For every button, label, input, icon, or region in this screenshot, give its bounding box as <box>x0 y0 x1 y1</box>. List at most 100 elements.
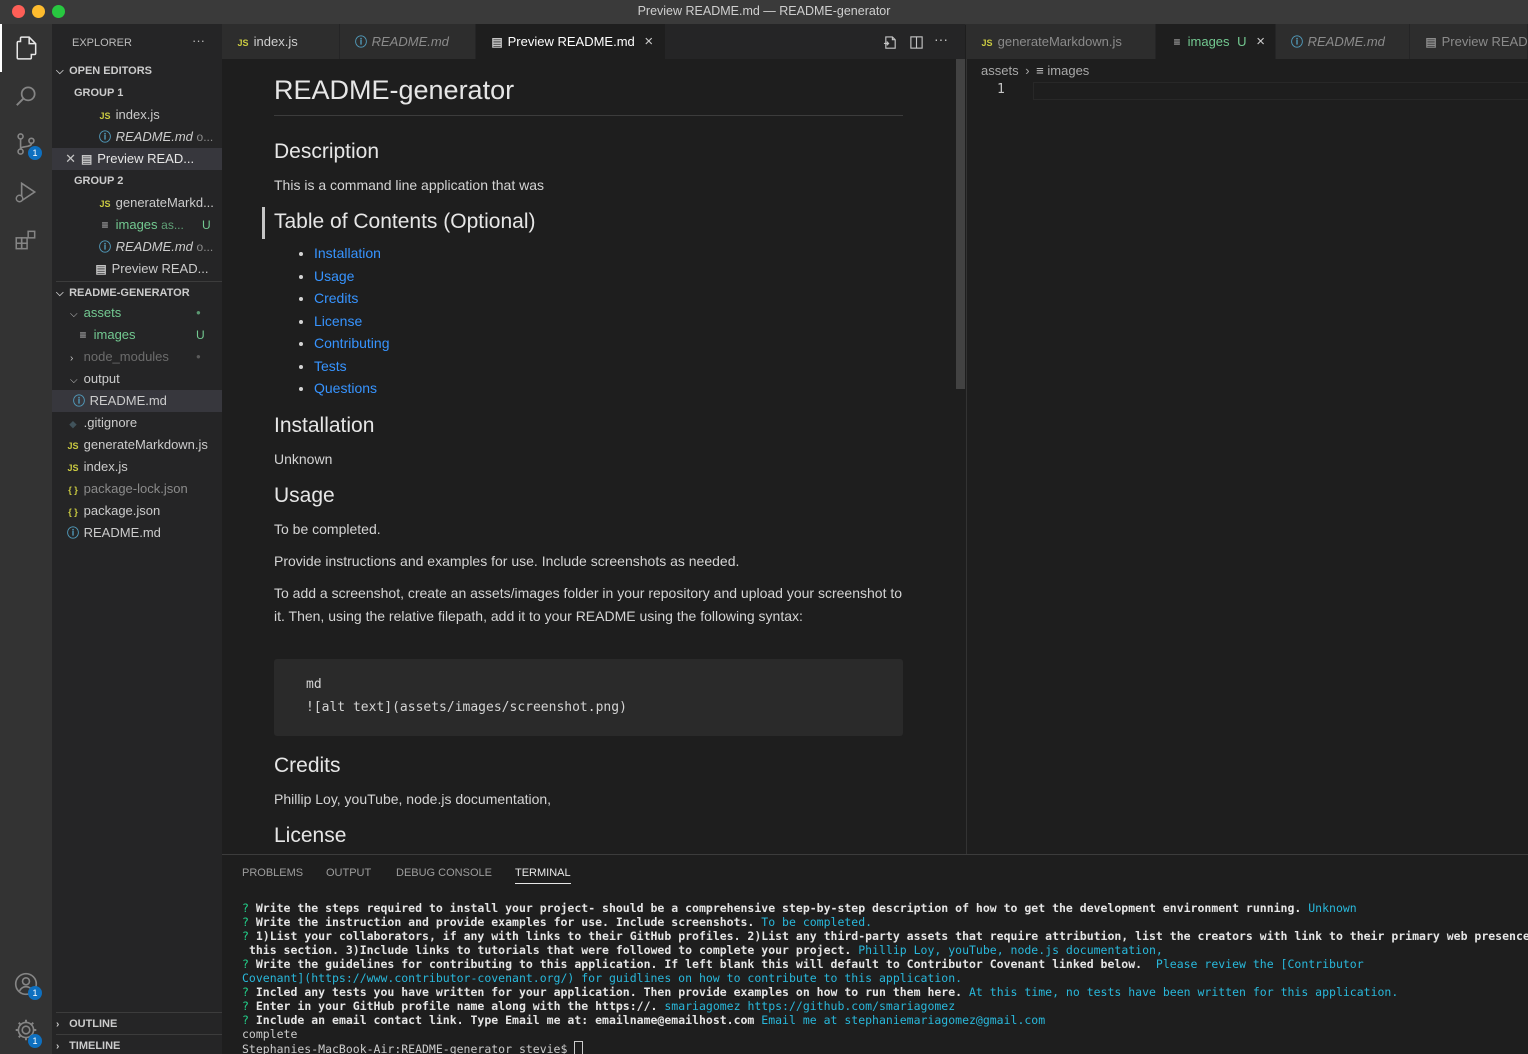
terminal-line: ? Write the steps required to install yo… <box>242 901 1357 915</box>
accounts-activity-button[interactable]: 1 <box>0 960 52 1008</box>
tab-label: Preview READ <box>1441 34 1528 49</box>
terminal-complete: complete <box>242 1027 298 1041</box>
status-dot: ● <box>196 352 201 361</box>
js-file-icon: JS <box>67 441 79 451</box>
installation-text: Unknown <box>274 451 333 467</box>
tree-folder-node-modules[interactable]: › node_modules ● <box>70 346 240 368</box>
open-source-icon[interactable] <box>883 35 898 50</box>
preview-title: README-generator <box>274 75 515 105</box>
toc-link-license[interactable]: License <box>314 313 362 329</box>
toc-link-credits[interactable]: Credits <box>314 290 358 306</box>
toc-link-tests[interactable]: Tests <box>314 358 347 374</box>
tree-file-index-js[interactable]: JS index.js <box>66 456 236 478</box>
tab-close-button[interactable]: × <box>644 33 653 50</box>
window-title: Preview README.md — README-generator <box>637 4 891 18</box>
text-file-icon: ≡ <box>79 328 87 342</box>
tree-folder-assets[interactable]: ⌵ assets ● <box>70 302 240 324</box>
tab-index-js[interactable]: JS index.js <box>222 24 340 59</box>
terminal-prompt[interactable]: Stephanies-MacBook-Air:README-generator … <box>242 1041 584 1054</box>
panel-tab-debug-console[interactable]: DEBUG CONSOLE <box>396 867 492 879</box>
tab-preview-readme-right[interactable]: ▤ Preview READ <box>1410 24 1528 59</box>
timeline-header[interactable]: › TIMELINE <box>56 1034 226 1054</box>
chevron-right-icon: › <box>1025 63 1030 78</box>
markdown-preview[interactable]: README-generator Description This is a c… <box>222 59 965 854</box>
git-file-icon: ◆ <box>69 419 77 429</box>
untracked-status: U <box>196 328 205 342</box>
tree-folder-output[interactable]: ⌵ output <box>70 368 240 390</box>
panel-tab-problems[interactable]: PROBLEMS <box>242 867 303 879</box>
timeline-label: TIMELINE <box>69 1040 121 1052</box>
toc-link-installation[interactable]: Installation <box>314 245 381 261</box>
open-editor-preview-readme[interactable]: ✕ ▤ Preview READ... <box>52 148 222 170</box>
terminal-line: this section. 3)Include links to tutoria… <box>248 943 1163 957</box>
usage-heading: Usage <box>274 484 335 507</box>
open-editors-header[interactable]: ⌵ OPEN EDITORS <box>56 60 226 82</box>
tree-label: images <box>93 327 136 342</box>
text-file-icon: ≡ <box>101 218 109 232</box>
group1-header: GROUP 1 <box>74 87 124 99</box>
extensions-activity-button[interactable] <box>0 216 52 264</box>
tab-readme[interactable]: ⓘ README.md <box>340 24 476 59</box>
group2-header: GROUP 2 <box>74 175 124 187</box>
more-actions-button[interactable]: ··· <box>934 31 948 47</box>
chevron-down-icon: ⌵ <box>70 309 78 320</box>
tab-close-button[interactable]: × <box>1256 33 1265 50</box>
panel-tab-terminal[interactable]: TERMINAL <box>515 867 571 884</box>
toc-link-contributing[interactable]: Contributing <box>314 335 390 351</box>
tree-file-package-lock[interactable]: { } package-lock.json <box>66 478 236 500</box>
toc-list: Installation Usage Credits License Contr… <box>274 242 943 400</box>
chevron-down-icon: ⌵ <box>56 66 64 77</box>
project-header[interactable]: ⌵ README-GENERATOR <box>56 281 226 304</box>
bottom-panel: PROBLEMS OUTPUT DEBUG CONSOLE TERMINAL ?… <box>222 854 1528 1054</box>
open-editor-label: README.md <box>115 129 193 144</box>
open-editor-desc: o... <box>196 130 214 144</box>
search-icon <box>16 86 36 106</box>
toc-link-questions[interactable]: Questions <box>314 380 377 396</box>
tab-label: images <box>1187 34 1230 49</box>
terminal-cursor <box>574 1041 584 1054</box>
breadcrumb-images[interactable]: images <box>1047 63 1089 78</box>
run-debug-activity-button[interactable] <box>0 168 52 216</box>
open-editor-label: images <box>115 217 158 232</box>
tree-file-generate-markdown[interactable]: JS generateMarkdown.js <box>66 434 236 456</box>
search-activity-button[interactable] <box>0 72 52 120</box>
tab-generate-markdown[interactable]: JS generateMarkdown.js <box>966 24 1156 59</box>
files-icon <box>16 36 37 60</box>
manage-activity-button[interactable]: 1 <box>0 1006 52 1054</box>
chevron-right-icon: › <box>56 1019 60 1030</box>
explorer-activity-button[interactable] <box>0 24 52 72</box>
project-label: README-GENERATOR <box>69 287 190 299</box>
tree-label: package-lock.json <box>83 481 188 496</box>
toc-link-usage[interactable]: Usage <box>314 268 354 284</box>
outline-header[interactable]: › OUTLINE <box>56 1012 226 1035</box>
explorer-more-button[interactable]: ··· <box>192 30 217 52</box>
breadcrumb-assets[interactable]: assets <box>981 63 1019 78</box>
text-file-icon: ≡ <box>1036 63 1044 78</box>
tree-file-package-json[interactable]: { } package.json <box>66 500 236 522</box>
tab-preview-readme[interactable]: ▤ Preview README.md × <box>476 24 666 59</box>
tree-label: output <box>83 371 120 386</box>
close-icon[interactable]: ✕ <box>52 148 76 170</box>
preview-icon: ▤ <box>491 35 503 49</box>
right-editor[interactable]: assets › ≡ images 1 <box>966 59 1528 854</box>
run-debug-icon <box>15 181 37 203</box>
tree-label: package.json <box>83 503 161 518</box>
code-block: md ![alt text](assets/images/screenshot.… <box>274 659 903 736</box>
tree-file-gitignore[interactable]: ◆ .gitignore <box>66 412 236 434</box>
info-file-icon: ⓘ <box>98 240 111 254</box>
tree-file-output-readme[interactable]: ⓘ README.md <box>52 390 222 412</box>
prompt-text: Stephanies-MacBook-Air:README-generator … <box>242 1042 575 1054</box>
terminal-line: ? Incled any tests you have written for … <box>242 985 1399 999</box>
split-editor-icon[interactable] <box>909 35 924 50</box>
tab-images[interactable]: ≡ images U × <box>1156 24 1276 59</box>
tree-file-readme[interactable]: ⓘ README.md <box>66 522 236 544</box>
preview-scrollbar[interactable] <box>956 59 965 389</box>
tab-label: generateMarkdown.js <box>997 34 1122 49</box>
tab-readme-right[interactable]: ⓘ README.md <box>1276 24 1410 59</box>
description-text: This is a command line application that … <box>274 177 545 193</box>
outline-label: OUTLINE <box>69 1018 118 1030</box>
panel-tab-output[interactable]: OUTPUT <box>326 867 371 879</box>
current-line-highlight <box>1033 82 1528 100</box>
source-control-activity-button[interactable]: 1 <box>0 120 52 168</box>
tree-file-images[interactable]: ≡ images U <box>76 324 246 346</box>
